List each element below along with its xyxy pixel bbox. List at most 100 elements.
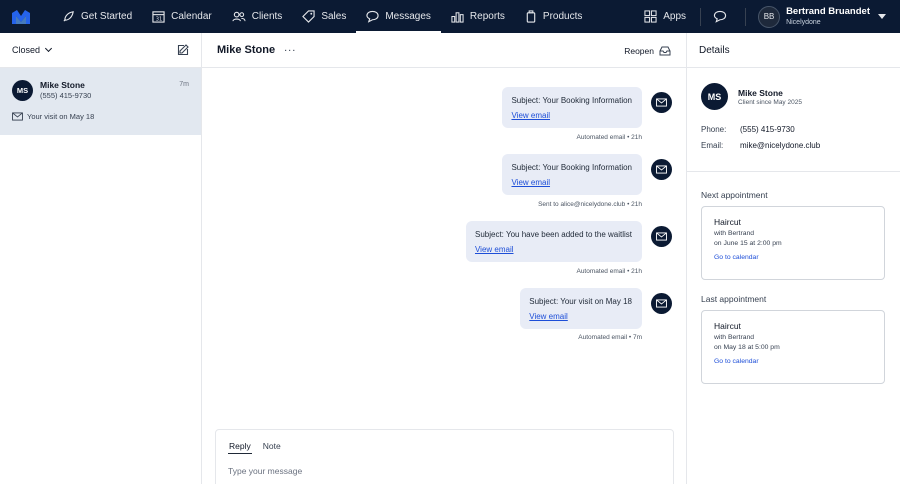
- nav-get-started-label: Get Started: [81, 11, 133, 22]
- clients-icon: [232, 11, 246, 22]
- nav-get-started[interactable]: Get Started: [52, 0, 142, 33]
- nav-clients-label: Clients: [251, 11, 283, 22]
- details-title: Details: [687, 33, 900, 68]
- message-bubble: Subject: Your Booking Information View e…: [502, 87, 642, 129]
- nav-sales-label: Sales: [321, 11, 347, 22]
- contact-avatar: MS: [701, 83, 728, 110]
- view-email-link[interactable]: View email: [529, 311, 632, 323]
- tag-icon: [302, 10, 315, 23]
- nav-products[interactable]: Products: [515, 0, 592, 33]
- tab-reply[interactable]: Reply: [228, 441, 252, 454]
- compose-new-icon[interactable]: [177, 44, 189, 56]
- app-logo[interactable]: [12, 9, 30, 24]
- details-panel: Details MS Mike Stone Client since May 2…: [687, 33, 900, 484]
- reopen-label: Reopen: [624, 45, 654, 56]
- contact-name[interactable]: Mike Stone: [738, 88, 783, 98]
- nav-calendar[interactable]: 31 Calendar: [142, 0, 222, 33]
- email-message-icon: [651, 92, 672, 113]
- nav-reports-label: Reports: [469, 11, 505, 22]
- email-message-icon: [651, 159, 672, 180]
- message-subject: Subject: Your Booking Information: [511, 163, 632, 172]
- message-thread-panel: Mike Stone ... Reopen Subject: Your Book…: [202, 33, 687, 484]
- message-input[interactable]: Type your message: [216, 454, 673, 476]
- message-subject: Subject: You have been added to the wait…: [474, 230, 632, 239]
- nav-chat-button[interactable]: [705, 0, 741, 33]
- conversation-item[interactable]: MS Mike Stone (555) 415-9730 7m Your vis…: [0, 68, 201, 135]
- message-bubble: Subject: Your Booking Information View e…: [502, 154, 642, 196]
- message-bubble: Subject: Your visit on May 18 View email: [520, 288, 642, 330]
- product-icon: [526, 10, 536, 23]
- view-email-link[interactable]: View email: [511, 110, 632, 122]
- conversation-list-header: Closed: [0, 33, 201, 68]
- nav-sales[interactable]: Sales: [292, 0, 356, 33]
- next-appointment-card: Haircut with Bertrand on June 15 at 2:00…: [701, 206, 885, 280]
- user-business: Nicelydone: [786, 18, 821, 26]
- conversation-phone: (555) 415-9730: [40, 91, 92, 100]
- view-email-link[interactable]: View email: [511, 177, 632, 189]
- nav-messages[interactable]: Messages: [356, 0, 441, 33]
- tab-note[interactable]: Note: [262, 441, 282, 454]
- reopen-button[interactable]: Reopen: [624, 33, 671, 68]
- conversation-name: Mike Stone: [40, 80, 85, 90]
- appointment-time: on June 15 at 2:00 pm: [714, 240, 782, 247]
- appointment-staff: with Bertrand: [714, 230, 755, 237]
- top-navigation: Get Started 31 Calendar Clients Sales Me…: [0, 0, 900, 33]
- user-name: Bertrand Bruandet: [786, 6, 870, 18]
- nav-products-label: Products: [542, 11, 583, 22]
- appointment-staff: with Bertrand: [714, 334, 755, 341]
- nav-apps[interactable]: Apps: [634, 0, 696, 33]
- last-appointment-label: Last appointment: [701, 294, 767, 304]
- nav-calendar-label: Calendar: [171, 11, 212, 22]
- nav-divider: [700, 7, 702, 26]
- message-meta: Automated email • 21h: [576, 268, 642, 275]
- contact-card: MS Mike Stone Client since May 2025 Phon…: [687, 68, 900, 172]
- chart-icon: [451, 12, 464, 23]
- compose-box: Reply Note Type your message: [215, 429, 674, 484]
- nav-reports[interactable]: Reports: [441, 0, 515, 33]
- inbox-icon: [659, 46, 671, 55]
- view-email-link[interactable]: View email: [475, 244, 632, 256]
- nav-right-group: Apps BB Bertrand Bruandet Nicelydone: [634, 0, 900, 33]
- thread-header: Mike Stone ... Reopen: [202, 33, 686, 68]
- nav-clients[interactable]: Clients: [222, 0, 293, 33]
- contact-phone[interactable]: (555) 415-9730: [740, 125, 795, 134]
- email-label: Email:: [701, 141, 724, 150]
- chat-icon: [366, 10, 379, 23]
- contact-since: Client since May 2025: [738, 99, 802, 106]
- calendar-icon: 31: [152, 11, 165, 23]
- conversation-list-panel: Closed MS Mike Stone (555) 415-9730 7m Y…: [0, 33, 202, 484]
- status-filter-label: Closed: [12, 45, 41, 55]
- status-filter-dropdown[interactable]: Closed: [12, 44, 53, 55]
- next-appointment-label: Next appointment: [701, 190, 768, 200]
- compose-tabs: Reply Note: [216, 430, 673, 454]
- message-subject: Subject: Your Booking Information: [511, 96, 632, 105]
- svg-text:31: 31: [156, 17, 162, 23]
- go-to-calendar-link[interactable]: Go to calendar: [714, 254, 872, 261]
- user-avatar[interactable]: BB: [758, 5, 781, 28]
- message-subject: Subject: Your visit on May 18: [529, 297, 632, 306]
- conversation-preview-text: Your visit on May 18: [27, 112, 95, 121]
- apps-grid-icon: [644, 10, 657, 23]
- thread-title: Mike Stone: [217, 44, 276, 56]
- phone-label: Phone:: [701, 125, 727, 134]
- nav-divider: [745, 7, 747, 26]
- chevron-down-icon: [44, 44, 53, 53]
- appointment-service: Haircut: [714, 217, 741, 227]
- go-to-calendar-link[interactable]: Go to calendar: [714, 358, 872, 365]
- last-appointment-card: Haircut with Bertrand on May 18 at 5:00 …: [701, 310, 885, 384]
- user-menu-chevron-icon[interactable]: [878, 14, 886, 19]
- contact-email[interactable]: mike@nicelydone.club: [740, 141, 820, 150]
- nav-messages-label: Messages: [385, 11, 431, 22]
- email-message-icon: [651, 226, 672, 247]
- appointment-time: on May 18 at 5:00 pm: [714, 344, 780, 351]
- user-menu[interactable]: Bertrand Bruandet Nicelydone: [786, 7, 870, 26]
- message-meta: Sent to alice@nicelydone.club • 21h: [538, 201, 642, 208]
- message-meta: Automated email • 21h: [576, 134, 642, 141]
- appointment-service: Haircut: [714, 321, 741, 331]
- envelope-icon: [12, 112, 23, 121]
- email-message-icon: [651, 293, 672, 314]
- message-meta: Automated email • 7m: [578, 334, 642, 341]
- conversation-preview: Your visit on May 18: [12, 112, 94, 121]
- more-options-icon[interactable]: ...: [284, 42, 296, 54]
- nav-apps-label: Apps: [663, 11, 687, 22]
